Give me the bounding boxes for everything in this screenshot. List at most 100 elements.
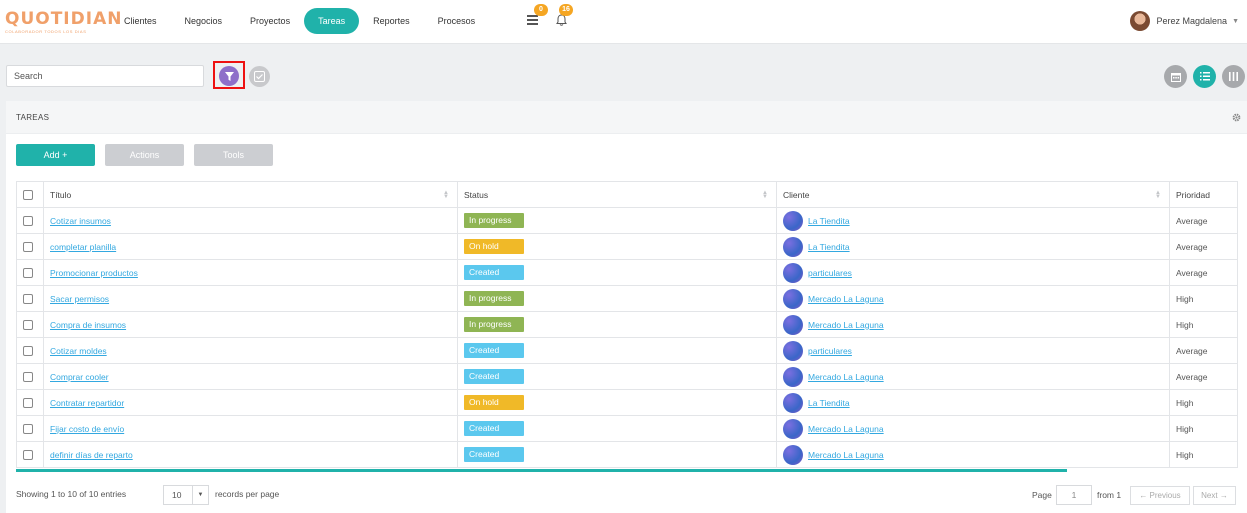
row-checkbox[interactable] — [23, 241, 33, 252]
client-link[interactable]: Mercado La Laguna — [808, 372, 884, 382]
nav-item-reportes[interactable]: Reportes — [359, 8, 424, 34]
column-header-status[interactable]: Status ▲ ▼ — [457, 181, 777, 208]
client-link[interactable]: La Tiendita — [808, 398, 850, 408]
table-row[interactable]: Comprar cooler Created Mercado La Laguna Av… — [16, 363, 1238, 390]
per-page-label: records per page — [215, 489, 280, 499]
task-title-link[interactable]: Promocionar productos — [50, 268, 138, 278]
notifications-button[interactable]: 16 — [551, 4, 573, 30]
client-avatar — [783, 314, 803, 335]
nav-item-proyectos[interactable]: Proyectos — [236, 8, 304, 34]
chevron-down-icon: ▼ — [192, 486, 208, 504]
row-checkbox[interactable] — [23, 215, 33, 226]
table-row[interactable]: Contratar repartidor On hold La Tiendita Hi… — [16, 389, 1238, 416]
client-link[interactable]: Mercado La Laguna — [808, 320, 884, 330]
task-title-link[interactable]: Comprar cooler — [50, 372, 109, 382]
table-row[interactable]: completar planilla On hold La Tiendita Aver… — [16, 233, 1238, 260]
nav-item-clientes[interactable]: Clientes — [110, 8, 171, 34]
status-cell: Created — [457, 441, 777, 468]
horizontal-scrollbar[interactable] — [16, 469, 1067, 472]
row-checkbox[interactable] — [23, 319, 33, 330]
tasks-list-icon — [526, 15, 538, 25]
client-cell: Mercado La Laguna — [776, 441, 1170, 468]
priority-cell: Average — [1169, 337, 1238, 364]
column-header-client[interactable]: Cliente ▲ ▼ — [776, 181, 1170, 208]
row-checkbox[interactable] — [23, 397, 33, 408]
calendar-view-button[interactable] — [1164, 65, 1187, 88]
row-checkbox[interactable] — [23, 267, 33, 278]
client-link[interactable]: Mercado La Laguna — [808, 424, 884, 434]
client-link[interactable]: La Tiendita — [808, 216, 850, 226]
client-cell: La Tiendita — [776, 233, 1170, 260]
task-title-link[interactable]: Sacar permisos — [50, 294, 109, 304]
filter-button[interactable] — [219, 66, 239, 86]
task-title-link[interactable]: definir días de reparto — [50, 450, 133, 460]
task-title-link[interactable]: Fijar costo de envío — [50, 424, 124, 434]
table-row[interactable]: definir días de reparto Created Mercado La… — [16, 441, 1238, 468]
status-cell: Created — [457, 337, 777, 364]
per-page-select[interactable]: 10 ▼ — [163, 485, 209, 505]
table-row[interactable]: Compra de insumos In progress Mercado La L… — [16, 311, 1238, 338]
task-title-link[interactable]: Cotizar insumos — [50, 216, 111, 226]
row-select-cell — [16, 285, 44, 312]
row-checkbox[interactable] — [23, 371, 33, 382]
client-link[interactable]: La Tiendita — [808, 242, 850, 252]
select-all-cell — [16, 181, 44, 208]
nav-item-procesos[interactable]: Procesos — [424, 8, 490, 34]
client-link[interactable]: Mercado La Laguna — [808, 450, 884, 460]
table-row[interactable]: Promocionar productos Created particulares… — [16, 259, 1238, 286]
client-link[interactable]: particulares — [808, 268, 852, 278]
status-cell: In progress — [457, 285, 777, 312]
previous-page-button[interactable]: ← Previous — [1130, 486, 1190, 505]
client-link[interactable]: Mercado La Laguna — [808, 294, 884, 304]
client-avatar — [783, 236, 803, 257]
table-row[interactable]: Cotizar moldes Created particulares Average — [16, 337, 1238, 364]
tools-button[interactable]: Tools — [194, 144, 273, 166]
status-cell: On hold — [457, 389, 777, 416]
task-title-link[interactable]: Cotizar moldes — [50, 346, 107, 356]
status-badge: Created — [464, 343, 524, 358]
column-header-client-label: Cliente — [783, 189, 810, 200]
list-icon — [1199, 72, 1210, 81]
page-input[interactable]: 1 — [1056, 485, 1092, 505]
user-name: Perez Magdalena — [1156, 16, 1228, 26]
status-badge: Created — [464, 369, 524, 384]
status-cell: In progress — [457, 311, 777, 338]
row-checkbox[interactable] — [23, 345, 33, 356]
task-title-cell: Cotizar insumos — [43, 207, 458, 234]
table-header-row: Título ▲ ▼ Status ▲ ▼ Cliente ▲ ▼ Prioridad — [16, 181, 1238, 208]
kanban-view-button[interactable] — [1222, 65, 1245, 88]
table-row[interactable]: Sacar permisos In progress Mercado La Lagu… — [16, 285, 1238, 312]
user-menu[interactable]: Perez Magdalena ▼ — [1129, 10, 1239, 32]
panel-title: TAREAS — [16, 113, 50, 122]
gear-icon[interactable] — [1232, 113, 1241, 122]
select-toggle-button[interactable] — [249, 66, 270, 87]
list-view-button[interactable] — [1193, 65, 1216, 88]
search-input[interactable] — [6, 65, 204, 87]
task-title-link[interactable]: completar planilla — [50, 242, 116, 252]
tasks-tray-button[interactable]: 0 — [522, 4, 548, 30]
nav-item-negocios[interactable]: Negocios — [171, 8, 237, 34]
task-title-link[interactable]: Contratar repartidor — [50, 398, 124, 408]
nav-item-tareas[interactable]: Tareas — [304, 8, 360, 34]
tasks-count-badge: 0 — [534, 4, 548, 16]
column-header-title[interactable]: Título ▲ ▼ — [43, 181, 458, 208]
row-checkbox[interactable] — [23, 449, 33, 460]
priority-cell: High — [1169, 311, 1238, 338]
next-page-button[interactable]: Next → — [1193, 486, 1236, 505]
page-total-label: from 1 — [1097, 490, 1122, 500]
task-title-link[interactable]: Compra de insumos — [50, 320, 126, 330]
status-cell: In progress — [457, 207, 777, 234]
top-navbar: QUOTIDIAN Colaborador todos los dias Cli… — [0, 0, 1247, 44]
actions-button[interactable]: Actions — [105, 144, 184, 166]
table-row[interactable]: Fijar costo de envío Created Mercado La La… — [16, 415, 1238, 442]
client-link[interactable]: particulares — [808, 346, 852, 356]
brand-logo[interactable]: QUOTIDIAN Colaborador todos los dias — [5, 11, 121, 35]
row-checkbox[interactable] — [23, 423, 33, 434]
select-all-checkbox[interactable] — [23, 189, 33, 200]
task-title-cell: Promocionar productos — [43, 259, 458, 286]
table-row[interactable]: Cotizar insumos In progress La Tiendita Ave… — [16, 207, 1238, 234]
add-task-button[interactable]: Add + — [16, 144, 95, 166]
priority-cell: High — [1169, 285, 1238, 312]
row-checkbox[interactable] — [23, 293, 33, 304]
column-header-priority[interactable]: Prioridad — [1169, 181, 1238, 208]
